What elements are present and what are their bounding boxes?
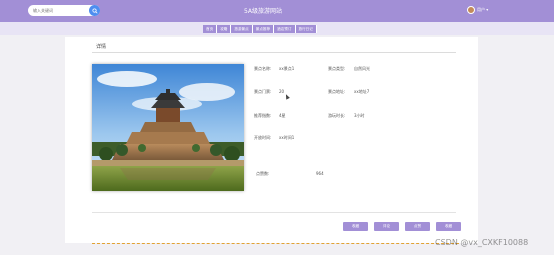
nav-item-attractions[interactable]: 旅游景点 <box>231 25 253 33</box>
collect-button[interactable]: 收藏 <box>436 222 461 231</box>
field-label-address: 景点地址: <box>328 89 346 94</box>
user-name[interactable]: 用户 ▾ <box>477 7 488 13</box>
field-value-duration: 3小时 <box>354 113 365 118</box>
field-value-type: 自然风光 <box>354 66 370 71</box>
user-menu[interactable]: 用户 ▾ <box>467 6 488 14</box>
attraction-photo <box>92 64 244 191</box>
nav-item-home[interactable]: 首页 <box>203 25 218 33</box>
comment-button[interactable]: 评论 <box>374 222 399 231</box>
main-nav: 首页 攻略 旅游景点 景点推荐 酒店预订 旅行日记 <box>203 25 317 33</box>
search-icon <box>91 7 98 14</box>
watermark: CSDN @vx_CXKF10088 <box>435 238 529 247</box>
field-value-open: xx时间1 <box>279 135 295 140</box>
avatar[interactable] <box>467 6 475 14</box>
field-value-name: xx景点1 <box>279 66 295 71</box>
footer-dashed-line <box>92 243 459 244</box>
top-header: 5A级旅游网站 用户 ▾ <box>0 0 554 22</box>
search-button[interactable] <box>89 5 100 16</box>
search-box <box>28 5 100 16</box>
field-value-rating: 4星 <box>279 113 286 118</box>
field-value-address: xx地址7 <box>354 89 370 94</box>
favorite-button[interactable]: 收藏 <box>343 222 368 231</box>
site-title: 5A级旅游网站 <box>244 8 282 15</box>
field-label-ticket: 景点门票: <box>254 89 272 94</box>
bottom-divider <box>92 212 456 213</box>
field-label-name: 景点名称: <box>254 66 272 71</box>
field-value-views: 964 <box>316 171 324 176</box>
attraction-image <box>92 64 244 191</box>
page-title: 详情 <box>96 44 107 50</box>
search-input[interactable] <box>28 5 90 16</box>
field-label-duration: 游玩时长: <box>328 113 346 118</box>
like-button[interactable]: 点赞 <box>405 222 430 231</box>
field-label-open: 开放时间: <box>254 135 272 140</box>
field-label-views: 点赞数: <box>256 171 270 176</box>
nav-item-diary[interactable]: 旅行日记 <box>295 25 317 33</box>
title-divider <box>92 52 456 53</box>
nav-item-hotel[interactable]: 酒店预订 <box>274 25 296 33</box>
nav-item-recommend[interactable]: 景点推荐 <box>252 25 275 33</box>
field-label-rating: 推荐指数: <box>254 113 272 118</box>
nav-item-guides[interactable]: 攻略 <box>217 25 232 33</box>
field-label-type: 景点类型: <box>328 66 346 71</box>
field-value-ticket: 20 <box>279 89 285 94</box>
